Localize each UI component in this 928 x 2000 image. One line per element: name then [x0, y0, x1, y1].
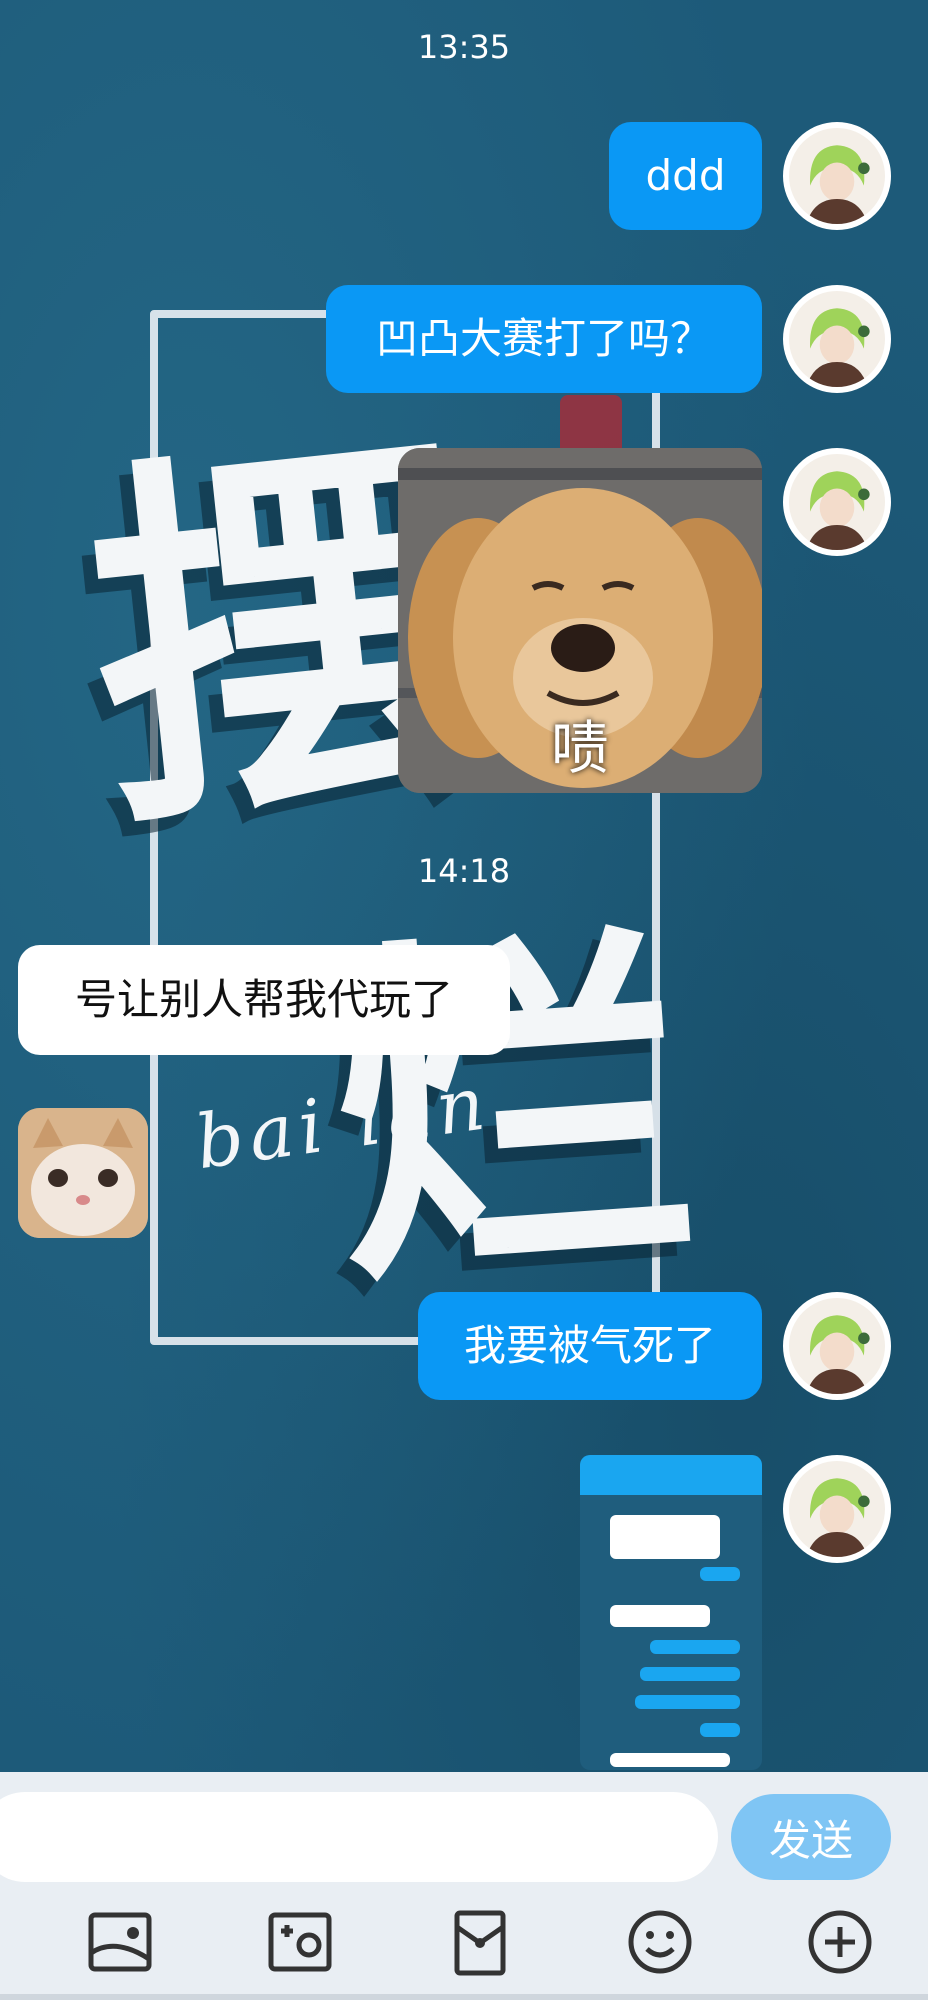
cat-image [18, 1108, 148, 1238]
avatar-image [789, 128, 885, 224]
message-bubble-sent[interactable]: 我要被气死了 [418, 1292, 762, 1400]
message-bubble-received[interactable]: 号让别人帮我代玩了 [18, 945, 510, 1055]
camera-icon[interactable] [265, 1907, 335, 1977]
screenshot-bubble [640, 1667, 740, 1681]
avatar-image [789, 454, 885, 550]
red-packet-icon[interactable] [445, 1907, 515, 1977]
avatar-image [789, 1461, 885, 1557]
chat-toolbar [0, 1887, 928, 2000]
my-avatar[interactable] [783, 1292, 891, 1400]
my-avatar[interactable] [783, 1455, 891, 1563]
screenshot-bubble [650, 1640, 740, 1654]
screenshot-bubble [700, 1723, 740, 1737]
emoji-icon[interactable] [625, 1907, 695, 1977]
screenshot-bubble [610, 1753, 730, 1767]
screenshot-bubble [610, 1515, 720, 1559]
message-bubble-sent[interactable]: ddd [609, 122, 762, 230]
my-avatar[interactable] [783, 448, 891, 556]
input-bar: 发送 [0, 1772, 928, 1887]
screenshot-bubble [610, 1605, 710, 1627]
dog-sticker[interactable]: 啧 [398, 448, 762, 793]
dog-sticker-caption: 啧 [550, 714, 609, 782]
image-icon[interactable] [85, 1907, 155, 1977]
screenshot-bubble [700, 1567, 740, 1581]
screenshot-image-message[interactable] [580, 1455, 762, 1770]
my-avatar[interactable] [783, 285, 891, 393]
home-indicator-area [0, 1994, 928, 2000]
message-input[interactable] [0, 1792, 718, 1882]
screenshot-bubble [635, 1695, 740, 1709]
avatar-image [789, 291, 885, 387]
timestamp: 14:18 [417, 852, 511, 890]
plus-icon[interactable] [805, 1907, 875, 1977]
send-button[interactable]: 发送 [731, 1794, 891, 1880]
timestamp: 13:35 [417, 28, 511, 66]
avatar-image [789, 1298, 885, 1394]
cat-avatar[interactable] [18, 1108, 148, 1238]
message-bubble-sent[interactable]: 凹凸大赛打了吗？ [326, 285, 762, 393]
my-avatar[interactable] [783, 122, 891, 230]
screenshot-header [580, 1455, 762, 1495]
